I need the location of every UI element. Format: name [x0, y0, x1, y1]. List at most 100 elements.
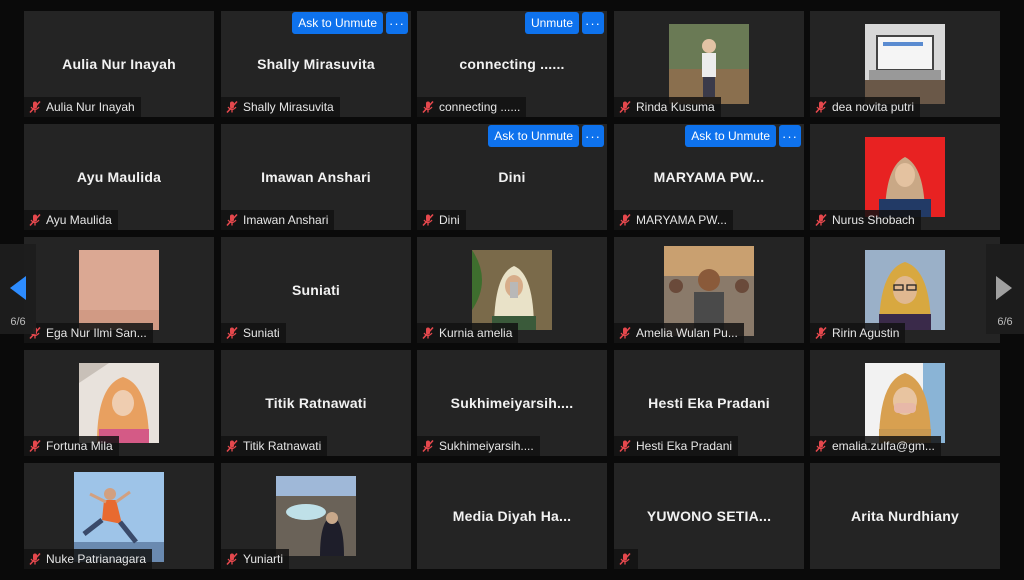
- participant-name: connecting ......: [439, 100, 521, 114]
- participant-tile[interactable]: Hesti Eka Pradani Hesti Eka Pradani: [614, 350, 804, 456]
- participant-tile[interactable]: Ayu Maulida Ayu Maulida: [24, 124, 214, 230]
- participant-display-name: Hesti Eka Pradani: [648, 395, 770, 411]
- participant-tile[interactable]: Shally Mirasuvita Shally Mirasuvita Ask to…: [221, 11, 411, 117]
- participant-name-label: Amelia Wulan Pu...: [614, 323, 744, 343]
- participant-name: Nurus Shobach: [832, 213, 915, 227]
- participant-tile[interactable]: Suniati Suniati: [221, 237, 411, 343]
- mic-muted-icon: [28, 213, 42, 227]
- mic-muted-icon: [28, 439, 42, 453]
- participant-video: [669, 24, 749, 104]
- participant-tile[interactable]: Fortuna Mila: [24, 350, 214, 456]
- participant-name: Sukhimeiyarsih....: [439, 439, 534, 453]
- mic-muted-icon: [618, 100, 632, 114]
- participant-video: [865, 363, 945, 443]
- participant-tile[interactable]: Ririn Agustin: [810, 237, 1000, 343]
- unmute-button[interactable]: Unmute: [524, 12, 579, 34]
- participant-video: [865, 24, 945, 104]
- ellipsis-icon: ···: [585, 128, 601, 144]
- prev-page-button[interactable]: 6/6: [0, 244, 36, 334]
- page-indicator-left: 6/6: [10, 316, 26, 328]
- more-options-button[interactable]: ···: [582, 125, 604, 147]
- mic-muted-icon: [421, 100, 435, 114]
- participant-name: Suniati: [243, 326, 280, 340]
- participant-tile[interactable]: Yuniarti: [221, 463, 411, 569]
- participant-name-label: Imawan Anshari: [221, 210, 335, 230]
- mic-muted-icon: [618, 439, 632, 453]
- participant-name: Nuke Patrianagara: [46, 552, 147, 566]
- more-options-button[interactable]: ···: [386, 12, 408, 34]
- participant-tile[interactable]: connecting ...... connecting ...... Unmute…: [417, 11, 607, 117]
- participant-name: Rinda Kusuma: [636, 100, 715, 114]
- participant-tile[interactable]: Nurus Shobach: [810, 124, 1000, 230]
- participant-name-label: Dini: [417, 210, 466, 230]
- mic-muted-icon: [618, 213, 632, 227]
- participant-tile[interactable]: dea novita putri: [810, 11, 1000, 117]
- participant-name: Aulia Nur Inayah: [46, 100, 135, 114]
- participant-name: MARYAMA PW...: [636, 213, 727, 227]
- mic-muted-icon: [814, 439, 828, 453]
- participant-tile[interactable]: Titik Ratnawati Titik Ratnawati: [221, 350, 411, 456]
- participant-name: Kurnia amelia: [439, 326, 513, 340]
- participant-name-label: emalia.zulfa@gm...: [810, 436, 941, 456]
- participant-tile[interactable]: Sukhimeiyarsih.... Sukhimeiyarsih....: [417, 350, 607, 456]
- participant-name-label: Hesti Eka Pradani: [614, 436, 739, 456]
- participant-name: Ayu Maulida: [46, 213, 112, 227]
- chevron-left-icon: [10, 276, 26, 300]
- participant-tile[interactable]: Arita Nurdhiany: [810, 463, 1000, 569]
- participant-name: Titik Ratnawati: [243, 439, 322, 453]
- participant-name: Fortuna Mila: [46, 439, 113, 453]
- participant-tile[interactable]: emalia.zulfa@gm...: [810, 350, 1000, 456]
- participant-tile[interactable]: Rinda Kusuma: [614, 11, 804, 117]
- mic-muted-icon: [28, 552, 42, 566]
- next-page-button[interactable]: 6/6: [986, 244, 1024, 334]
- tile-controls: Unmute ···: [524, 12, 604, 34]
- mic-muted-icon: [225, 552, 239, 566]
- participant-tile[interactable]: Ega Nur Ilmi San...: [24, 237, 214, 343]
- mic-muted-icon: [618, 326, 632, 340]
- participant-name: Dini: [439, 213, 460, 227]
- ask-to-unmute-button[interactable]: Ask to Unmute: [685, 125, 776, 147]
- mic-muted-icon: [421, 213, 435, 227]
- ellipsis-icon: ···: [782, 128, 798, 144]
- participant-name: Yuniarti: [243, 552, 284, 566]
- participant-display-name: Sukhimeiyarsih....: [450, 395, 574, 411]
- participant-video: [472, 250, 552, 330]
- participant-name-label: Sukhimeiyarsih....: [417, 436, 540, 456]
- participant-name-label: Kurnia amelia: [417, 323, 519, 343]
- participant-tile[interactable]: Aulia Nur Inayah Aulia Nur Inayah: [24, 11, 214, 117]
- participant-name-label: Fortuna Mila: [24, 436, 119, 456]
- participant-video: [276, 476, 356, 556]
- participant-video: [79, 250, 159, 330]
- participant-name-label: [614, 549, 638, 569]
- participant-name-label: Aulia Nur Inayah: [24, 97, 141, 117]
- participant-name-label: Suniati: [221, 323, 286, 343]
- participant-tile[interactable]: Kurnia amelia: [417, 237, 607, 343]
- participant-display-name: Shally Mirasuvita: [257, 56, 375, 72]
- mic-muted-icon: [28, 100, 42, 114]
- participant-name: Amelia Wulan Pu...: [636, 326, 738, 340]
- more-options-button[interactable]: ···: [582, 12, 604, 34]
- participant-tile[interactable]: MARYAMA PW... MARYAMA PW... Ask to Unmute ·…: [614, 124, 804, 230]
- mic-muted-icon: [225, 439, 239, 453]
- tile-controls: Ask to Unmute ···: [685, 125, 801, 147]
- participant-tile[interactable]: Media Diyah Ha...: [417, 463, 607, 569]
- participant-name-label: Nurus Shobach: [810, 210, 921, 230]
- participant-name: dea novita putri: [832, 100, 915, 114]
- ask-to-unmute-button[interactable]: Ask to Unmute: [292, 12, 383, 34]
- mic-muted-icon: [814, 100, 828, 114]
- mic-muted-icon: [814, 326, 828, 340]
- participant-name-label: Ririn Agustin: [810, 323, 906, 343]
- participant-display-name: Aulia Nur Inayah: [62, 56, 176, 72]
- participant-tile[interactable]: Dini Dini Ask to Unmute ···: [417, 124, 607, 230]
- ellipsis-icon: ···: [585, 15, 601, 31]
- gallery-grid: Aulia Nur Inayah Aulia Nur Inayah Shally M…: [0, 0, 1024, 580]
- mic-muted-icon: [225, 100, 239, 114]
- participant-display-name: YUWONO SETIA...: [646, 508, 772, 524]
- participant-tile[interactable]: YUWONO SETIA...: [614, 463, 804, 569]
- ask-to-unmute-button[interactable]: Ask to Unmute: [488, 125, 579, 147]
- participant-display-name: Ayu Maulida: [76, 169, 162, 185]
- more-options-button[interactable]: ···: [779, 125, 801, 147]
- participant-tile[interactable]: Imawan Anshari Imawan Anshari: [221, 124, 411, 230]
- participant-tile[interactable]: Nuke Patrianagara: [24, 463, 214, 569]
- participant-tile[interactable]: Amelia Wulan Pu...: [614, 237, 804, 343]
